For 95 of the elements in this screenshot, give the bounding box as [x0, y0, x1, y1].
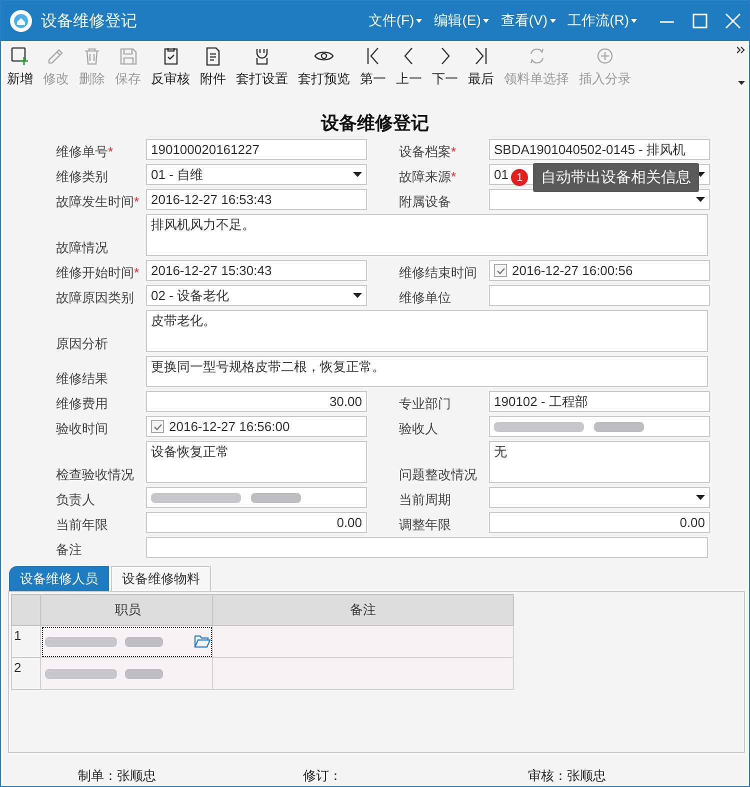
dropdown-field[interactable]: [489, 487, 710, 508]
field-label: 故障来源*: [399, 168, 458, 185]
text-area[interactable]: 无: [489, 441, 710, 483]
dropdown-icon: [696, 495, 705, 500]
field-label: 备注: [56, 541, 83, 558]
blurred-text-icon: [45, 636, 165, 648]
field-label: 维修开始时间*: [56, 264, 140, 281]
text-area[interactable]: 更换同一型号规格皮带二根，恢复正常。: [146, 356, 708, 387]
field-label: 故障发生时间*: [56, 193, 140, 210]
dropdown-icon: [696, 197, 705, 202]
toolbar-button[interactable]: 附件: [196, 45, 230, 88]
row-number: 2: [12, 658, 40, 690]
table-cell[interactable]: [40, 626, 212, 658]
field-label: 负责人: [56, 491, 96, 508]
field-label: 维修单位: [399, 289, 452, 306]
dropdown-field[interactable]: 02 - 设备老化: [146, 285, 367, 306]
input-field[interactable]: [489, 285, 710, 306]
maximize-icon[interactable]: [692, 13, 708, 29]
toolbar-button[interactable]: 上一: [392, 45, 426, 88]
menu-item[interactable]: 查看(V): [500, 12, 556, 30]
caret-icon: [482, 19, 489, 23]
dropdown-field[interactable]: 01 - 自维: [146, 164, 367, 185]
table-cell[interactable]: [212, 626, 514, 658]
footer-text: 审核：张顺忠: [528, 767, 606, 785]
caret-icon: [416, 19, 422, 23]
table-cell[interactable]: [40, 658, 212, 690]
field-label: 维修单号*: [56, 143, 114, 160]
field-label: 当前周期: [399, 491, 452, 508]
menu-item[interactable]: 工作流(R): [568, 12, 637, 30]
input-field[interactable]: 2016-12-27 15:30:43: [146, 260, 367, 281]
date-field[interactable]: 2016-12-27 16:56:00: [146, 416, 367, 437]
toolbar-button[interactable]: 套打设置: [232, 45, 292, 88]
field-label: 验收人: [399, 420, 439, 437]
field-label: 故障情况: [56, 239, 109, 256]
column-header[interactable]: 职员: [40, 594, 212, 626]
close-icon[interactable]: [725, 13, 741, 29]
column-header[interactable]: 备注: [212, 594, 514, 626]
input-field[interactable]: SBDA1901040502-0145 - 排风机: [489, 139, 710, 160]
corner-cell: [12, 594, 40, 626]
toolbar-button[interactable]: 下一: [428, 45, 462, 88]
field-label: 专业部门: [399, 395, 452, 412]
dropdown-icon: [353, 172, 362, 177]
input-field[interactable]: 0.00: [146, 512, 367, 533]
date-field[interactable]: 2016-12-27 16:00:56: [489, 260, 710, 281]
checkbox[interactable]: [151, 420, 164, 433]
dropdown-icon: [353, 293, 362, 298]
field-label: 设备档案*: [399, 143, 458, 160]
field-label: 维修类别: [56, 168, 109, 185]
input-field[interactable]: 190100020161227: [146, 139, 367, 160]
input-field[interactable]: 0.00: [489, 512, 710, 533]
text-area[interactable]: 排风机风力不足。: [146, 214, 708, 256]
field-label: 原因分析: [56, 335, 109, 352]
tooltip: 自动带出设备相关信息: [533, 163, 699, 192]
input-field[interactable]: [489, 416, 710, 437]
more-icon[interactable]: [737, 46, 745, 54]
logo-icon: [9, 9, 33, 33]
text-area[interactable]: 设备恢复正常: [146, 441, 367, 483]
toolbar-button[interactable]: 反审核: [147, 45, 194, 88]
toolbar-button[interactable]: 套打预览: [294, 45, 354, 88]
footer-text: 修订：: [303, 767, 343, 785]
field-label: 当前年限: [56, 516, 109, 533]
checkbox[interactable]: [494, 264, 507, 277]
table-cell[interactable]: [212, 658, 514, 690]
blurred-text-icon: [45, 668, 165, 680]
tab[interactable]: 设备维修人员: [9, 566, 109, 591]
field-label: 调整年限: [399, 516, 452, 533]
input-field[interactable]: 190102 - 工程部: [489, 391, 710, 412]
toolbar-button[interactable]: 最后: [464, 45, 498, 88]
field-label: 维修结束时间: [399, 264, 478, 281]
input-field[interactable]: 2016-12-27 16:53:43: [146, 189, 367, 210]
field-label: 问题整改情况: [399, 466, 478, 483]
caret-icon: [631, 19, 637, 23]
input-field[interactable]: [146, 537, 708, 558]
field-label: 故障原因类别: [56, 289, 135, 306]
row-number: 1: [12, 626, 40, 658]
caret-icon: [550, 19, 556, 23]
add-icon: [9, 45, 31, 67]
field-label: 维修费用: [56, 395, 109, 412]
input-field[interactable]: [146, 487, 367, 508]
folder-icon[interactable]: [194, 635, 211, 648]
form-title: 设备维修登记: [320, 112, 430, 135]
menu-item[interactable]: 编辑(E): [434, 12, 489, 30]
footer-text: 制单：张顺忠: [78, 767, 157, 785]
dropdown-icon[interactable]: [738, 81, 745, 85]
field-label: 维修结果: [56, 370, 109, 387]
toolbar-button[interactable]: 第一: [356, 45, 390, 88]
window-title: 设备维修登记: [41, 12, 137, 32]
field-label: 附属设备: [399, 193, 452, 210]
field-label: 检查验收情况: [56, 466, 135, 483]
text-area[interactable]: 皮带老化。: [146, 310, 708, 352]
field-label: 验收时间: [56, 420, 109, 437]
menu-item[interactable]: 文件(F): [368, 12, 422, 30]
input-field[interactable]: 30.00: [146, 391, 367, 412]
tab[interactable]: 设备维修物料: [111, 566, 211, 591]
toolbar-button[interactable]: 新增: [3, 45, 37, 88]
